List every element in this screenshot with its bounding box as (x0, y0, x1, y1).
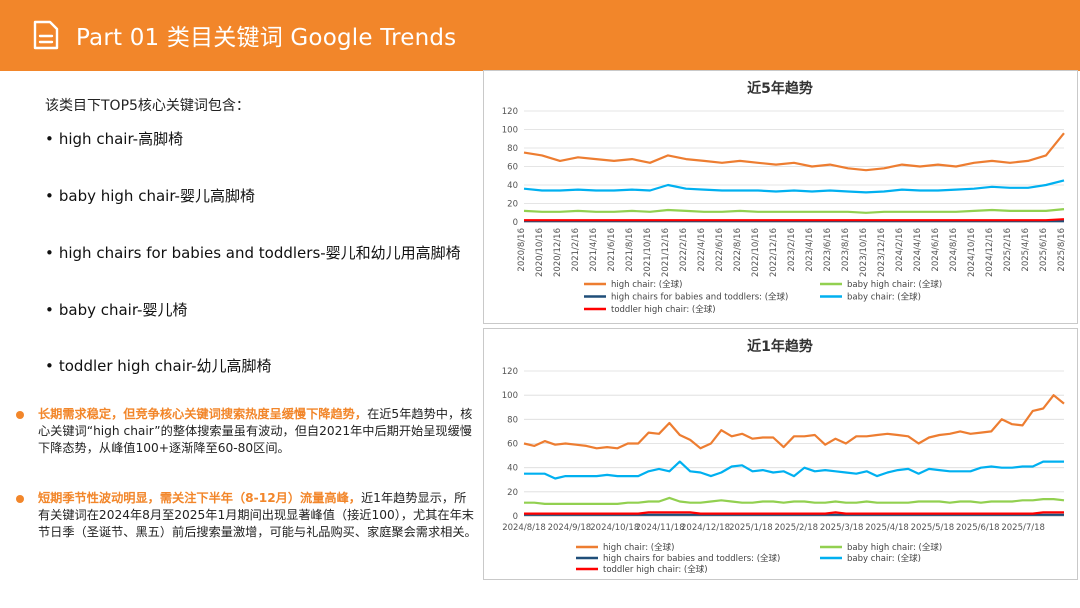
y-tick-label: 100 (502, 391, 518, 401)
x-tick-label: 2022/8/16 (733, 228, 743, 272)
y-tick-label: 120 (502, 367, 518, 377)
x-tick-label: 2021/8/16 (625, 228, 635, 272)
keyword-item: • baby chair-婴儿椅 (45, 301, 188, 319)
x-tick-label: 2023/4/16 (805, 228, 815, 272)
series-line (523, 132, 1065, 172)
x-tick-label: 2020/12/16 (553, 228, 563, 277)
x-tick-label: 2022/10/16 (751, 228, 761, 277)
legend-label: high chair: (全球) (611, 279, 682, 290)
x-tick-label: 2022/6/16 (715, 228, 725, 272)
series-line (523, 179, 1065, 194)
x-tick-label: 2024/10/18 (590, 523, 639, 533)
x-tick-label: 2025/6/18 (956, 523, 1000, 533)
x-tick-label: 2024/12/16 (985, 228, 995, 277)
header-banner: Part 01 类目关键词 Google Trends (0, 0, 1080, 71)
y-tick-label: 20 (507, 200, 518, 210)
x-tick-label: 2025/4/16 (1021, 228, 1031, 272)
chart-5-year: 近5年趋势 0 20 40 60 80 100 120 2020/8/16 2020/10/16 2… (483, 70, 1078, 324)
x-tick-label: 2022/4/16 (697, 228, 707, 272)
x-tick-label: 2025/8/16 (1057, 228, 1067, 272)
chart-title: 近5年趋势 (747, 80, 813, 97)
x-tick-label: 2022/12/16 (769, 228, 779, 277)
legend-label: high chairs for babies and toddlers: (全球… (603, 553, 780, 564)
insight-highlight: 长期需求稳定，但竞争核心关键词搜索热度呈缓慢下降趋势， (38, 407, 368, 421)
chart-5-year-svg: 近5年趋势 0 20 40 60 80 100 120 2020/8/16 2020/10/16 2… (502, 80, 1067, 315)
x-tick-label: 2025/2/16 (1003, 228, 1013, 272)
legend-label: baby chair: (全球) (847, 553, 921, 564)
y-tick-label: 100 (502, 126, 518, 136)
x-tick-label: 2021/4/16 (589, 228, 599, 272)
keyword-item: • baby high chair-婴儿高脚椅 (45, 187, 255, 205)
series-line (523, 394, 1065, 450)
x-tick-label: 2025/4/18 (865, 523, 909, 533)
x-tick-label: 2024/11/18 (636, 523, 685, 533)
series-line (523, 208, 1065, 214)
legend-label: toddler high chair: (全球) (611, 304, 716, 315)
chart-1-year: 近1年趋势 0 20 40 60 80 100 120 2024/8/18 2024/9/18 20… (483, 328, 1078, 580)
y-tick-label: 120 (502, 107, 518, 117)
x-tick-label: 2025/7/18 (1001, 523, 1045, 533)
series-line (524, 218, 1065, 222)
y-tick-label: 60 (507, 440, 518, 450)
x-tick-label: 2025/2/18 (774, 523, 818, 533)
y-tick-label: 0 (513, 218, 518, 228)
keyword-item: • high chair-高脚椅 (45, 130, 184, 148)
x-tick-label: 2025/5/18 (911, 523, 955, 533)
series-line (524, 460, 1064, 480)
legend-label: high chairs for babies and toddlers: (全球… (611, 292, 788, 303)
x-tick-label: 2021/10/16 (643, 228, 653, 277)
x-tick-label: 2025/1/18 (729, 523, 773, 533)
x-tick-label: 2025/3/18 (820, 523, 864, 533)
series-line (524, 496, 1065, 505)
keywords-intro: 该类目下TOP5核心关键词包含： (45, 98, 250, 114)
y-tick-label: 0 (513, 512, 518, 522)
series-line (524, 511, 1064, 515)
x-tick-label: 2024/8/18 (502, 523, 546, 533)
x-tick-label: 2023/10/16 (859, 228, 869, 277)
legend-label: high chair: (全球) (603, 542, 674, 553)
x-tick-label: 2020/8/16 (517, 228, 527, 272)
x-tick-label: 2023/8/16 (841, 228, 851, 272)
insight-note-longterm: 长期需求稳定，但竞争核心关键词搜索热度呈缓慢下降趋势，在近5年趋势中，核心关键词… (16, 406, 478, 457)
y-tick-label: 40 (507, 181, 518, 191)
chart-1-year-svg: 近1年趋势0204060801001202024/8/18 2024/9/18 20… (502, 338, 1065, 575)
x-tick-label: 2023/2/16 (787, 228, 797, 272)
chart-title: 近1年趋势 (747, 338, 813, 355)
y-tick-label: 60 (507, 163, 518, 173)
insight-note-seasonal: 短期季节性波动明显，需关注下半年（8-12月）流量高峰，近1年趋势显示，所有关键… (16, 490, 478, 541)
insight-highlight: 短期季节性波动明显，需关注下半年（8-12月）流量高峰， (38, 491, 361, 505)
y-tick-label: 80 (507, 144, 518, 154)
x-tick-label: 2021/6/16 (607, 228, 617, 272)
x-tick-label: 2024/2/16 (895, 228, 905, 272)
y-tick-label: 80 (507, 415, 518, 425)
legend-label: toddler high chair: (全球) (603, 564, 708, 575)
bullet-dot-icon (16, 495, 24, 503)
x-tick-label: 2024/4/16 (913, 228, 923, 272)
legend-label: baby chair: (全球) (847, 292, 921, 303)
x-tick-label: 2020/10/16 (535, 228, 545, 277)
bullet-dot-icon (16, 411, 24, 419)
x-tick-label: 2021/12/16 (661, 228, 671, 277)
x-tick-label: 2023/6/16 (823, 228, 833, 272)
y-tick-label: 20 (507, 488, 518, 498)
x-tick-label: 2023/12/16 (877, 228, 887, 277)
y-tick-label: 40 (507, 464, 518, 474)
x-tick-label: 2022/2/16 (679, 228, 689, 272)
x-tick-label: 2025/6/16 (1039, 228, 1049, 272)
x-tick-label: 2024/9/18 (548, 523, 592, 533)
x-tick-label: 2024/6/16 (931, 228, 941, 272)
page-title: Part 01 类目关键词 Google Trends (76, 25, 457, 51)
x-tick-label: 2021/2/16 (571, 228, 581, 272)
document-icon (33, 20, 59, 50)
x-tick-label: 2024/12/18 (681, 523, 730, 533)
x-tick-label: 2024/10/16 (967, 228, 977, 277)
x-tick-label: 2024/8/16 (949, 228, 959, 272)
legend-label: baby high chair: (全球) (847, 279, 942, 290)
legend-label: baby high chair: (全球) (847, 542, 942, 553)
keyword-item: • high chairs for babies and toddlers-婴儿和… (45, 244, 461, 262)
keyword-item: • toddler high chair-幼儿高脚椅 (45, 357, 272, 375)
